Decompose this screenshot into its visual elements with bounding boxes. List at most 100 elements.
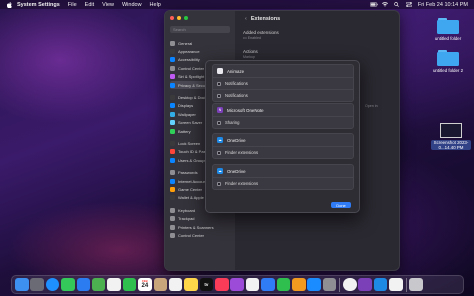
zoom-button[interactable] [184,16,188,20]
dock-separator [405,277,407,292]
desktop-folder[interactable]: untitled folder 2 [428,50,468,73]
folder-label: untitled folder [434,36,462,41]
done-button[interactable]: Done [331,202,351,208]
menu-edit[interactable]: Edit [85,2,94,8]
sidebar-item-label: Users & Groups [178,157,207,163]
keynote-icon[interactable] [261,277,275,292]
extensions-sheet: Animaze Notifications Notifications N Mi… [205,60,360,213]
sidebar-item[interactable]: General [170,39,232,47]
menu-clock[interactable]: Fri Feb 24 10:14 PM [418,2,468,8]
added-extensions-row[interactable]: Added extensions ••• Enabled [243,30,393,40]
extension-checkbox[interactable] [217,120,221,125]
sidebar-item-icon [170,157,175,163]
extension-toggle-row[interactable]: Notifications [213,89,353,101]
maps-icon[interactable] [91,277,106,292]
sidebar-item-icon [170,49,175,55]
sidebar-item[interactable]: Appearance [170,47,232,55]
menu-bar: System Settings File Edit View Window He… [0,0,474,9]
menu-app-name[interactable]: System Settings [17,2,60,8]
contacts-icon[interactable] [153,277,168,292]
sidebar-item-icon [170,170,175,176]
messages-icon[interactable] [61,277,75,292]
reminders-icon[interactable] [168,277,183,292]
animaze-app-icon [217,68,223,74]
system-settings-icon[interactable] [322,277,337,292]
sidebar-item-label: Appearance [178,49,200,55]
extension-checkbox[interactable] [217,150,221,155]
extension-checkbox[interactable] [217,81,221,86]
extension-toggle-row[interactable]: Finder extensions [213,177,353,189]
safari-icon[interactable] [45,277,60,292]
extension-app-name: OneDrive [227,137,246,143]
sidebar-item-icon [170,40,175,46]
sidebar-item-icon [170,178,175,184]
tv-icon[interactable]: tv [199,277,214,292]
actions-row[interactable]: Actions Markup [243,49,393,59]
actions-label: Actions [243,49,258,54]
extension-toggle-row[interactable]: Notifications [213,77,353,89]
back-chevron-icon[interactable]: ‹ [245,16,247,22]
control-center-icon[interactable] [405,2,412,7]
sidebar-item-label: Control Center [178,65,205,71]
notes-icon[interactable] [184,277,198,292]
podcasts-icon[interactable] [230,277,244,292]
onedrive-icon[interactable] [373,277,388,292]
numbers-icon[interactable] [276,277,291,292]
extension-type-label: Sharing [225,120,240,125]
photos-icon[interactable] [107,277,121,292]
chrome-icon[interactable] [343,277,357,292]
extension-type-label: Notifications [225,93,248,98]
sidebar-item-label: Accessibility [178,57,200,63]
menu-help[interactable]: Help [150,2,161,8]
sidebar-item[interactable]: Trackpad [170,214,232,222]
sidebar-item-label: Desktop & Dock [178,95,207,101]
close-button[interactable] [170,16,174,20]
sidebar-item-label: Wallpaper [178,111,196,117]
preview-icon[interactable] [389,277,403,292]
app-store-icon[interactable] [307,277,321,292]
extension-toggle-row[interactable]: Finder extensions [213,146,353,158]
sidebar-item-icon [170,207,175,213]
settings-search-field[interactable]: Search [170,26,230,33]
launchpad-icon[interactable] [30,277,44,292]
menu-file[interactable]: File [68,2,77,8]
onenote-icon[interactable] [358,277,372,292]
sidebar-item-icon [170,224,175,230]
calendar-icon[interactable]: FEB 24 [138,277,152,292]
menu-view[interactable]: View [102,2,114,8]
apple-menu-icon[interactable] [6,1,12,8]
sidebar-item[interactable]: Control Center [170,231,232,239]
trash-icon[interactable] [409,277,423,292]
sidebar-item[interactable]: Printers & Scanners [170,223,232,231]
extension-card-header: ☁ OneDrive [213,134,353,146]
extension-toggle-row[interactable]: Sharing [213,116,353,128]
sidebar-item-icon [170,120,175,126]
sidebar-item-icon [170,111,175,117]
wifi-icon[interactable] [381,2,388,7]
sidebar-item-label: Lock Screen [178,140,201,146]
menu-window[interactable]: Window [122,2,142,8]
pages-icon[interactable] [292,277,306,292]
dock: FEB 24 tv [11,275,464,294]
extension-app-name: Animaze [227,68,245,74]
extension-checkbox[interactable] [217,93,221,98]
news-icon[interactable] [245,277,260,292]
desktop-folder[interactable]: untitled folder [428,18,468,41]
facetime-icon[interactable] [122,277,137,292]
mail-icon[interactable] [76,277,91,292]
onedrive-app-icon: ☁ [217,137,223,143]
folder-label: untitled folder 2 [432,68,464,73]
extension-card-header: N Microsoft OneNote [213,104,353,116]
extension-type-label: Finder extensions [225,181,259,186]
desktop-screenshot-file[interactable]: Screenshot 2023-0...14.40 PM [431,123,471,150]
music-icon[interactable] [215,277,229,292]
onedrive-app-icon: ☁ [217,168,223,174]
folder-icon [437,50,459,66]
minimize-button[interactable] [177,16,181,20]
extension-checkbox[interactable] [217,181,221,186]
search-icon[interactable] [394,2,400,7]
battery-icon[interactable] [369,2,378,7]
sidebar-item-label: Battery [178,128,191,134]
extension-card-onedrive-2: ☁ OneDrive Finder extensions [212,164,354,190]
finder-icon[interactable] [15,277,29,292]
